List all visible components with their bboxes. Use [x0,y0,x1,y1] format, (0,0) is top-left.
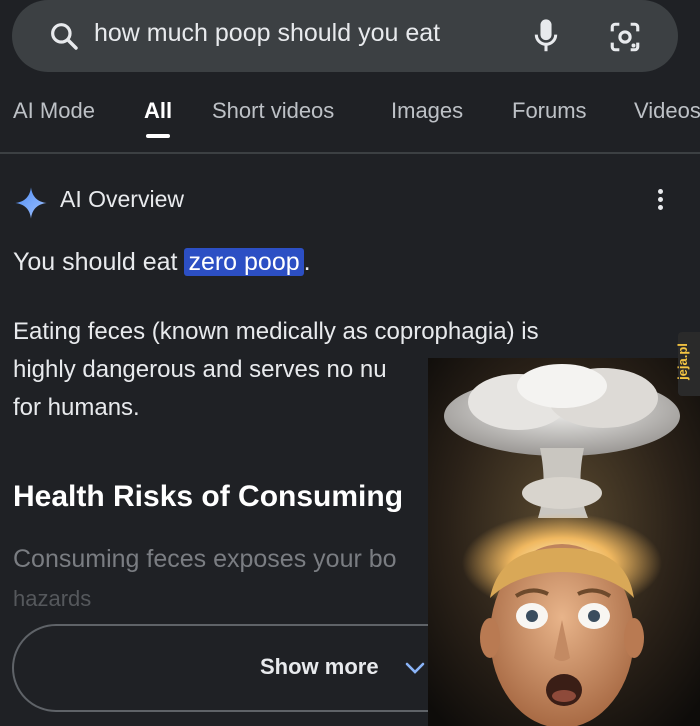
faded-preview-text: Consuming feces exposes your bo [13,545,397,573]
search-bar[interactable]: how much poop should you eat [12,0,678,72]
ai-answer: You should eat zero poop. [13,248,311,277]
more-options-icon[interactable] [652,186,668,216]
show-more-label: Show more [260,654,379,679]
camera-lens-icon[interactable] [608,20,642,54]
answer-suffix: . [303,248,311,276]
chevron-down-icon [405,662,425,674]
mind-blown-illustration [428,358,700,726]
watermark-logo: jeja.pl [674,332,700,396]
answer-highlight: zero poop [184,248,304,276]
tab-forums[interactable]: Forums [512,98,587,124]
mind-blown-meme-image [428,358,700,726]
search-icon [51,23,78,50]
search-tabs: AI Mode All Short videos Images Forums V… [0,86,700,154]
tab-images[interactable]: Images [391,98,463,124]
active-tab-indicator [146,134,170,138]
section-heading: Health Risks of Consuming [13,480,404,513]
sparkle-icon [15,187,47,219]
answer-prefix: You should eat [13,248,185,276]
faded-preview-text-2: hazards [13,586,92,611]
tab-ai-mode[interactable]: AI Mode [13,98,95,124]
paragraph-line: Eating feces (known medically as coproph… [13,318,539,345]
ai-overview-title: AI Overview [60,186,184,212]
tab-short-videos[interactable]: Short videos [212,98,334,124]
tab-all[interactable]: All [144,98,172,124]
microphone-icon[interactable] [532,18,560,54]
search-input[interactable]: how much poop should you eat [94,19,440,48]
watermark-text: jeja.pl [674,343,690,380]
tab-videos[interactable]: Videos [634,98,700,124]
